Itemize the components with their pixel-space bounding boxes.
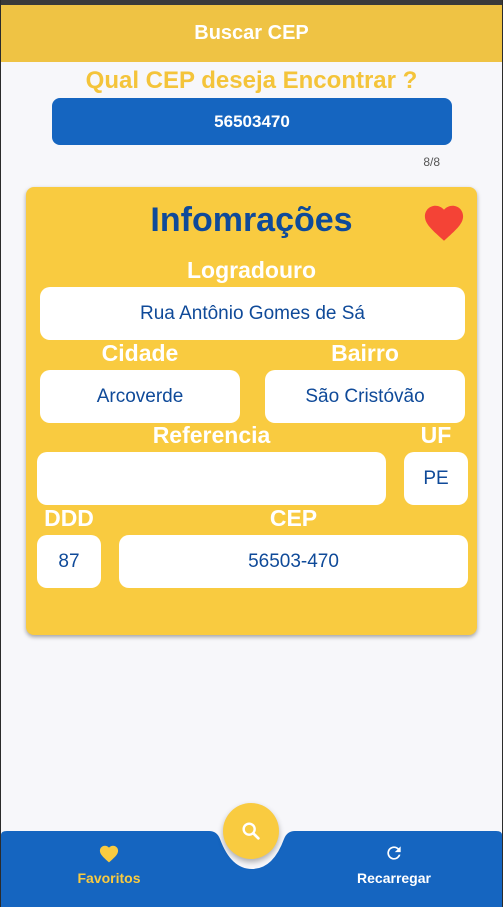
nav-recarregar-label: Recarregar — [357, 870, 431, 886]
logradouro-label: Logradouro — [186, 257, 317, 283]
nav-favoritos[interactable]: Favoritos — [49, 843, 169, 886]
cep-field: 56503-470 — [119, 535, 468, 588]
refresh-icon — [387, 846, 401, 860]
favorite-heart-icon[interactable] — [421, 200, 467, 242]
bairro-field: São Cristóvão — [265, 370, 465, 423]
nav-favoritos-label: Favoritos — [77, 870, 141, 886]
cep-label: CEP — [269, 505, 318, 531]
ddd-field: 87 — [37, 535, 101, 588]
cidade-field: Arcoverde — [40, 370, 240, 423]
search-icon — [242, 822, 260, 840]
logradouro-field: Rua Antônio Gomes de Sá — [40, 287, 465, 340]
app-bar-title: Buscar CEP — [194, 22, 309, 44]
referencia-label: Referencia — [152, 422, 271, 448]
heart-icon — [99, 845, 119, 863]
ddd-label: DDD — [44, 505, 94, 531]
uf-label: UF — [420, 422, 452, 448]
app-screen: Buscar CEP Qual CEP deseja Encontrar ? 8… — [1, 0, 502, 907]
card-title: Infomrações — [150, 201, 353, 239]
nav-recarregar[interactable]: Recarregar — [334, 843, 454, 886]
cep-input[interactable] — [52, 98, 452, 145]
search-fab[interactable] — [223, 803, 279, 859]
app-bar: Buscar CEP — [1, 5, 502, 62]
bairro-label: Bairro — [331, 340, 399, 366]
cidade-label: Cidade — [101, 340, 179, 366]
referencia-field — [37, 452, 386, 505]
uf-field: PE — [404, 452, 468, 505]
character-counter: 8/8 — [423, 155, 440, 169]
info-card: Infomrações Logradouro Rua Antônio Gomes… — [26, 187, 477, 635]
search-question: Qual CEP deseja Encontrar ? — [85, 67, 418, 94]
